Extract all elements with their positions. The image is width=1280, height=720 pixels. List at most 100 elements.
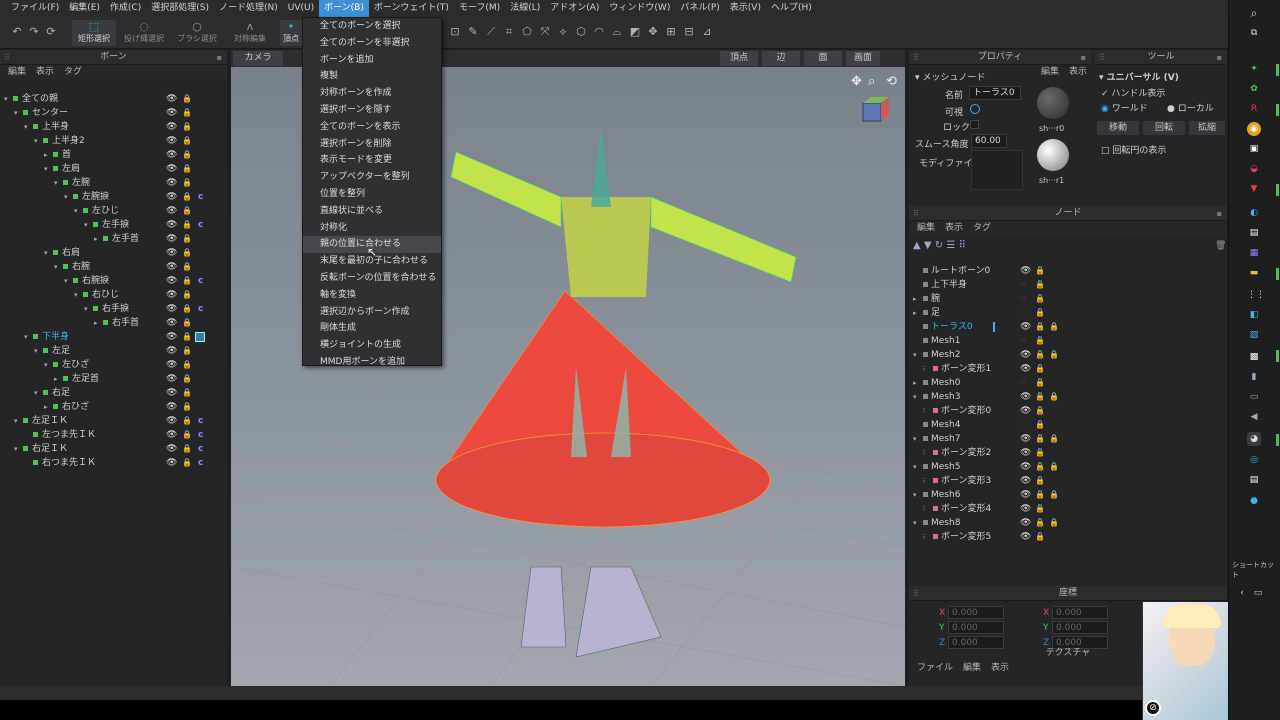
- menu-item[interactable]: 表示(V): [725, 0, 766, 17]
- coordinate-field[interactable]: 0.000: [1052, 606, 1108, 619]
- tab-edit[interactable]: 編集: [917, 221, 935, 236]
- lock-icon[interactable]: 🔒: [182, 190, 192, 204]
- tab-edge[interactable]: 辺: [762, 51, 800, 66]
- visibility-eye-icon[interactable]: 👁: [166, 358, 177, 372]
- tab-edit[interactable]: 編集: [1041, 65, 1059, 79]
- bone-menu-item[interactable]: 全てのボーンを非選択: [303, 35, 441, 52]
- expand-arrow-icon[interactable]: ▾: [64, 274, 73, 288]
- app-icon-3[interactable]: R: [1247, 102, 1261, 116]
- visibility-eye-icon[interactable]: 👁: [166, 400, 177, 414]
- menu-item[interactable]: パネル(P): [675, 0, 724, 17]
- expand-arrow-icon[interactable]: ▸: [913, 376, 923, 390]
- expand-arrow-icon[interactable]: ▾: [44, 246, 53, 260]
- tool-icon[interactable]: ⌗: [502, 25, 516, 39]
- symmetry-edit-button[interactable]: ʌ 対称編集: [226, 20, 274, 46]
- app-icon-2[interactable]: ✿: [1247, 82, 1261, 96]
- view-navigation-icons[interactable]: ✥ ⌕ ⟲: [851, 74, 897, 89]
- expand-arrow-icon[interactable]: ▾: [24, 120, 33, 134]
- bone-tree-row[interactable]: ▾ 右腕捩 👁 🔒 c: [0, 274, 227, 288]
- app-icon-6[interactable]: ◒: [1247, 162, 1261, 176]
- bone-tree-row[interactable]: ▾ 左足ＩＫ 👁 🔒 c: [0, 414, 227, 428]
- tab-edit[interactable]: 編集: [8, 65, 26, 80]
- expand-arrow-icon[interactable]: ▾: [74, 204, 83, 218]
- bone-tree-row[interactable]: ▾ 左腕捩 👁 🔒 c: [0, 190, 227, 204]
- menu-item[interactable]: 編集(E): [64, 0, 105, 17]
- lasso-select-button[interactable]: ◌ 投げ縄選択: [119, 20, 169, 46]
- bone-tree-row[interactable]: ▾ 右肩 👁 🔒: [0, 246, 227, 260]
- material-sphere-0[interactable]: [1037, 87, 1069, 119]
- material-lock-icon[interactable]: 🔒: [1049, 516, 1059, 530]
- tool-icon[interactable]: ◠: [592, 25, 606, 39]
- tool-icon[interactable]: ⊡: [448, 25, 462, 39]
- brush-select-button[interactable]: ○ ブラシ選択: [172, 20, 222, 46]
- lock-icon[interactable]: 🔒: [182, 428, 192, 442]
- visibility-eye-icon[interactable]: 👁: [166, 120, 177, 134]
- expand-arrow-icon[interactable]: ▾: [913, 488, 923, 502]
- lock-icon[interactable]: 🔒: [1035, 362, 1045, 376]
- visibility-eye-icon[interactable]: 👁: [1020, 264, 1031, 278]
- visibility-eye-icon[interactable]: 👁: [166, 372, 177, 386]
- expand-arrow-icon[interactable]: ▾: [913, 432, 923, 446]
- drag-grip-icon[interactable]: ⠿: [913, 50, 919, 65]
- modifier-list[interactable]: [971, 150, 1023, 190]
- menu-item[interactable]: ヘルプ(H): [766, 0, 817, 17]
- menu-item[interactable]: UV(U): [283, 0, 319, 17]
- bone-menu-item[interactable]: 軸を変換: [303, 287, 441, 304]
- node-tree-row[interactable]: ▾ Mesh7 👁 🔒 🔒: [913, 432, 1223, 446]
- speaker-icon[interactable]: ◀: [1247, 410, 1261, 424]
- node-tree-row[interactable]: ▾ Mesh3 👁 🔒 🔒: [913, 390, 1223, 404]
- lock-icon[interactable]: 🔒: [182, 92, 192, 106]
- bone-menu-item[interactable]: 直線状に並べる: [303, 203, 441, 220]
- bone-menu-item[interactable]: 選択ボーンを隠す: [303, 102, 441, 119]
- grid-icon[interactable]: ⠿: [959, 240, 966, 251]
- expand-arrow-icon[interactable]: ▾: [64, 190, 73, 204]
- tab-camera[interactable]: カメラ: [233, 51, 283, 66]
- material-lock-icon[interactable]: 🔒: [1049, 460, 1059, 474]
- lock-icon[interactable]: 🔒: [1035, 390, 1045, 404]
- coordinate-field[interactable]: 0.000: [948, 621, 1004, 634]
- tab-view[interactable]: 表示: [991, 661, 1009, 676]
- undo-icon[interactable]: ↶: [10, 25, 24, 39]
- lock-icon[interactable]: 🔒: [182, 106, 192, 120]
- menu-item[interactable]: アドオン(A): [545, 0, 604, 17]
- material-lock-icon[interactable]: 🔒: [1049, 320, 1059, 334]
- lock-icon[interactable]: 🔒: [182, 148, 192, 162]
- node-tree-row[interactable]: トーラス0 👁 🔒 🔒: [913, 320, 1223, 334]
- bone-tree-row[interactable]: ▸ 首 👁 🔒: [0, 148, 227, 162]
- expand-arrow-icon[interactable]: ▾: [34, 386, 43, 400]
- node-tree-row[interactable]: Mesh1 ·· 🔒: [913, 334, 1223, 348]
- app-icon-10[interactable]: ▦: [1247, 246, 1261, 260]
- visibility-eye-icon[interactable]: ··: [1020, 376, 1026, 390]
- expand-arrow-icon[interactable]: ▾: [14, 414, 23, 428]
- menu-item[interactable]: ファイル(F): [6, 0, 64, 17]
- node-tree-row[interactable]: ⁝ ボーン変形4 👁 🔒: [913, 502, 1223, 516]
- tab-view[interactable]: 表示: [36, 65, 54, 80]
- visibility-eye-icon[interactable]: 👁: [1020, 390, 1031, 404]
- bone-menu-item[interactable]: 剛体生成: [303, 320, 441, 337]
- expand-arrow-icon[interactable]: ▾: [913, 516, 923, 530]
- menu-item[interactable]: 選択部処理(S): [146, 0, 214, 17]
- expand-arrow-icon[interactable]: ▸: [94, 316, 103, 330]
- lock-icon[interactable]: 🔒: [1035, 488, 1045, 502]
- visibility-eye-icon[interactable]: 👁: [1020, 320, 1031, 334]
- bone-tree-row[interactable]: ▸ 左足首 👁 🔒: [0, 372, 227, 386]
- bone-tree-row[interactable]: ▾ 左足 👁 🔒: [0, 344, 227, 358]
- tab-vertex[interactable]: 頂点: [720, 51, 758, 66]
- lock-icon[interactable]: 🔒: [182, 358, 192, 372]
- tab-view[interactable]: 表示: [1069, 65, 1087, 79]
- expand-arrow-icon[interactable]: ▾: [84, 218, 93, 232]
- smooth-angle-field[interactable]: 60.00: [971, 134, 1007, 148]
- bone-tree-row[interactable]: ▾ 上半身2 👁 🔒: [0, 134, 227, 148]
- menu-item[interactable]: 法線(L): [505, 0, 545, 17]
- node-tree-row[interactable]: Mesh4 ·· 🔒: [913, 418, 1223, 432]
- lock-icon[interactable]: 🔒: [1035, 376, 1045, 390]
- bone-tree-row[interactable]: ▾ 右足 👁 🔒: [0, 386, 227, 400]
- visibility-eye-icon[interactable]: 👁: [166, 162, 177, 176]
- bone-tree-row[interactable]: ▸ 右手首 👁 🔒: [0, 316, 227, 330]
- tab-view[interactable]: 表示: [945, 221, 963, 236]
- visibility-eye-icon[interactable]: 👁: [1020, 348, 1031, 362]
- app-icon-19[interactable]: ◕: [1247, 432, 1261, 446]
- desktop-icon[interactable]: ▭: [1251, 586, 1265, 600]
- expand-arrow-icon[interactable]: ▾: [84, 302, 93, 316]
- tool-icon[interactable]: ⟋: [484, 25, 498, 39]
